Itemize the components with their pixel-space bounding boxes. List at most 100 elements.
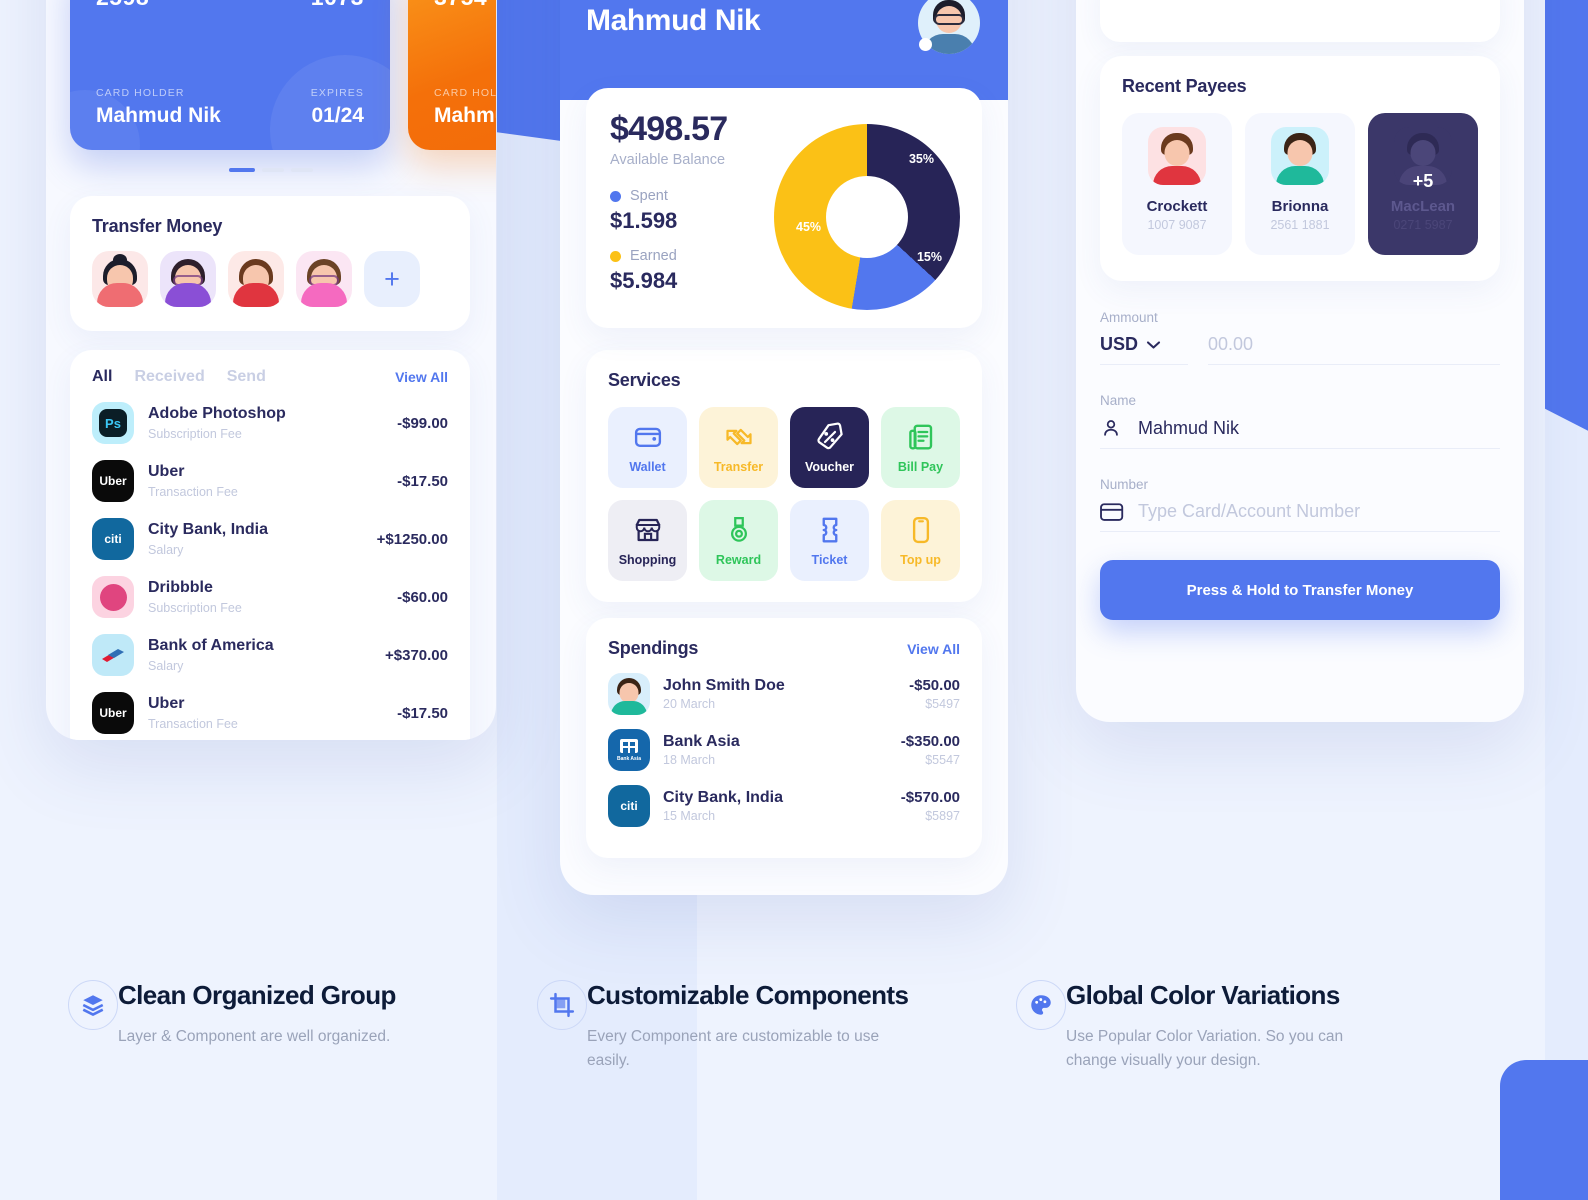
service-shopping[interactable]: Shopping [608, 500, 687, 581]
feature-description: Every Component are customizable to use … [587, 1028, 880, 1070]
transfer-money-button[interactable]: Press & Hold to Transfer Money [1100, 560, 1500, 620]
transaction-row[interactable]: Uber Uber Transaction Fee -$17.50 [92, 460, 448, 502]
tab-send[interactable]: Send [227, 368, 266, 386]
contact-avatar-3[interactable] [228, 251, 284, 307]
payee-avatar [1148, 127, 1206, 185]
service-voucher[interactable]: Voucher [790, 407, 869, 488]
transaction-amount: -$60.00 [397, 588, 448, 606]
selected-card-summary[interactable]: Mahmud Nik 01/24 Debit $498.57 [1100, 0, 1500, 42]
spendings-card: Spendings View All John Smith Doe 20 Marc… [586, 618, 982, 858]
balance-card: $498.57 Available Balance Spent $1.598 E… [586, 88, 982, 328]
transaction-row[interactable]: Dribbble Subscription Fee -$60.00 [92, 576, 448, 618]
credit-card-icon [1100, 502, 1124, 521]
spending-row[interactable]: John Smith Doe 20 March -$50.00 $5497 [608, 673, 960, 715]
carousel-dot-1[interactable] [229, 168, 255, 172]
service-label: Reward [715, 552, 762, 567]
payee-card-2[interactable]: Brionna 2561 1881 [1245, 113, 1355, 255]
spendings-title: Spendings [608, 638, 699, 658]
spending-row[interactable]: citi City Bank, India 15 March -$570.00 $589… [608, 785, 960, 827]
number-field-group: Number Type Card/Account Number [1100, 477, 1500, 532]
contact-avatar-1[interactable] [92, 251, 148, 307]
amount-input[interactable]: 00.00 [1208, 334, 1500, 365]
amount-label: Ammount [1100, 310, 1158, 325]
service-top-up[interactable]: Top up [881, 500, 960, 581]
transactions-card: All Received Send View All Ps Adobe Photo… [70, 350, 470, 740]
transaction-amount: -$99.00 [397, 414, 448, 432]
spending-date: 20 March [663, 697, 716, 711]
payee-number: 0271 5987 [1393, 218, 1453, 232]
feature-title: Clean Organized Group [118, 980, 396, 1010]
service-label: Voucher [804, 459, 855, 474]
card-footer: CARD HOLDER Mahmud Nik [434, 87, 496, 128]
add-contact-button[interactable]: + [364, 251, 420, 307]
card-number-part-4: 1073 [311, 0, 364, 11]
transaction-name: Uber [148, 695, 185, 713]
spending-balance: $5897 [925, 809, 960, 823]
recent-payees-card: Recent Payees Crockett 1007 9087 Brionna 25… [1100, 56, 1500, 281]
amount-field-group: Ammount USD 00.00 [1100, 310, 1500, 365]
bank-card-mastercard[interactable]: 2598 •••• •••• 1073 CARD HOLDER Mahmud N… [70, 0, 390, 150]
transaction-amount: -$17.50 [397, 472, 448, 490]
name-input[interactable]: Mahmud Nik [1100, 417, 1500, 449]
background-blue-shape-right [1545, 0, 1588, 470]
transaction-subtitle: Transaction Fee [148, 484, 238, 499]
card-holder-block: CARD HOLDER Mahmud Nik [96, 87, 221, 128]
currency-select[interactable]: USD [1100, 334, 1188, 365]
payee-card-3[interactable]: +5 MacLean 0271 5987 [1368, 113, 1478, 255]
photoshop-icon: Ps [92, 402, 134, 444]
carousel-dot-2[interactable] [262, 168, 284, 172]
name-value: Mahmud Nik [1138, 417, 1240, 438]
transaction-text: Uber Transaction Fee [148, 695, 238, 730]
carousel-pagination[interactable] [46, 168, 496, 172]
phone-screen-cards: 2598 •••• •••• 1073 CARD HOLDER Mahmud N… [46, 0, 496, 740]
legend-label-spent: Spent [630, 188, 668, 204]
transaction-name: Dribbble [148, 579, 213, 597]
phone-screen-transfer: Mahmud Nik 01/24 Debit $498.57 Recent Pa… [1076, 0, 1524, 722]
service-bill-pay[interactable]: Bill Pay [881, 407, 960, 488]
transaction-tabs[interactable]: All Received Send View All [92, 368, 448, 386]
service-reward[interactable]: Reward [699, 500, 778, 581]
transaction-row[interactable]: Bank of America Salary +$370.00 [92, 634, 448, 676]
contact-avatar-4[interactable] [296, 251, 352, 307]
tab-received[interactable]: Received [134, 368, 204, 386]
person-icon [1104, 420, 1118, 436]
transfer-money-title: Transfer Money [92, 216, 223, 236]
card-expires-value: 01/24 [311, 104, 364, 127]
bank-of-america-icon [92, 634, 134, 676]
carousel-dot-3[interactable] [291, 168, 313, 172]
transaction-name: Adobe Photoshop [148, 405, 286, 423]
tab-all[interactable]: All [92, 368, 112, 386]
number-input[interactable]: Type Card/Account Number [1100, 501, 1500, 532]
transaction-row[interactable]: citi City Bank, India Salary +$1250.00 [92, 518, 448, 560]
transaction-row[interactable]: Ps Adobe Photoshop Subscription Fee -$99.00 [92, 402, 448, 444]
payee-more-count: +5 [1412, 171, 1434, 191]
chevron-down-icon [1146, 340, 1161, 349]
spending-amount: -$50.00 [909, 677, 960, 694]
service-ticket[interactable]: Ticket [790, 500, 869, 581]
spending-balance: $5547 [925, 753, 960, 767]
payee-card-1[interactable]: Crockett 1007 9087 [1122, 113, 1232, 255]
bank-asia-icon: Bank Asia [608, 729, 650, 771]
bank-card-visa[interactable]: 3754 •••• CARD HOLDER Mahmud Nik [408, 0, 496, 150]
reward-icon [724, 515, 754, 545]
card-holder-label: CARD HOLDER [434, 87, 496, 99]
service-wallet[interactable]: Wallet [608, 407, 687, 488]
card-number: 2598 •••• •••• 1073 [96, 0, 364, 11]
bank-cards-carousel[interactable]: 2598 •••• •••• 1073 CARD HOLDER Mahmud N… [46, 0, 496, 150]
spending-text: Bank Asia 18 March [663, 733, 740, 767]
payee-name: Crockett [1146, 198, 1208, 215]
spending-values: -$50.00 $5497 [909, 677, 960, 711]
card-number-mask-1: •••• [179, 0, 215, 8]
card-expiry-block: EXPIRES 01/24 [311, 87, 364, 128]
spending-row[interactable]: Bank Asia Bank Asia 18 March -$350.00 $5547 [608, 729, 960, 771]
service-transfer[interactable]: Transfer [699, 407, 778, 488]
transfer-money-card: Transfer Money + [70, 196, 470, 331]
legend-dot-spent [610, 190, 621, 202]
spending-date: 15 March [663, 809, 716, 823]
crop-icon [537, 980, 587, 1030]
transactions-view-all[interactable]: View All [395, 369, 448, 385]
spendings-view-all[interactable]: View All [907, 641, 960, 657]
transaction-row[interactable]: Uber Uber Transaction Fee -$17.50 [92, 692, 448, 734]
spending-name: John Smith Doe [663, 677, 785, 694]
contact-avatar-2[interactable] [160, 251, 216, 307]
